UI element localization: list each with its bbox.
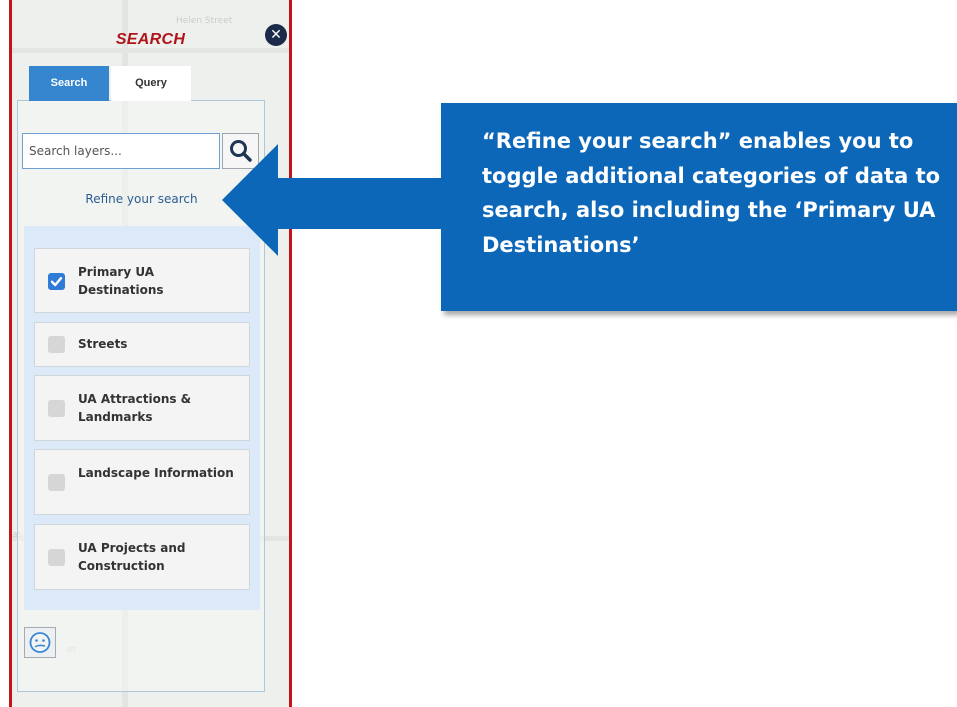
category-landscape-information[interactable]: Landscape Information — [34, 449, 250, 515]
search-button[interactable] — [222, 133, 259, 169]
checkbox[interactable] — [48, 549, 65, 566]
category-streets[interactable]: Streets — [34, 322, 250, 367]
category-primary-ua-destinations[interactable]: Primary UA Destinations — [34, 248, 250, 313]
search-input[interactable] — [22, 133, 220, 169]
map-street-label: Helen Street — [176, 16, 233, 26]
category-label: UA Attractions & Landmarks — [78, 392, 192, 424]
category-ua-projects-construction[interactable]: UA Projects and Construction — [34, 524, 250, 590]
tab-query[interactable]: Query — [111, 66, 191, 101]
category-label: Primary UA Destinations — [78, 265, 164, 297]
checkbox[interactable] — [48, 336, 65, 353]
panel-title: SEARCH — [115, 31, 186, 48]
category-label: Landscape Information — [78, 466, 234, 480]
close-icon[interactable]: ✕ — [265, 24, 287, 46]
feedback-button[interactable] — [24, 627, 56, 658]
search-icon — [230, 140, 252, 162]
callout-text: “Refine your search” enables you to togg… — [482, 129, 941, 257]
checkbox[interactable] — [48, 400, 65, 417]
category-list: Primary UA Destinations Streets UA Attra… — [24, 226, 260, 610]
confused-face-icon — [29, 632, 51, 653]
checkbox-checked[interactable] — [48, 273, 65, 290]
category-label: Streets — [78, 337, 128, 351]
category-ua-attractions-landmarks[interactable]: UA Attractions & Landmarks — [34, 375, 250, 441]
checkbox[interactable] — [48, 474, 65, 491]
category-label: UA Projects and Construction — [78, 541, 186, 573]
tab-search[interactable]: Search — [29, 66, 109, 101]
refine-search-link[interactable]: Refine your search — [0, 192, 283, 206]
checkmark-icon — [50, 277, 63, 287]
